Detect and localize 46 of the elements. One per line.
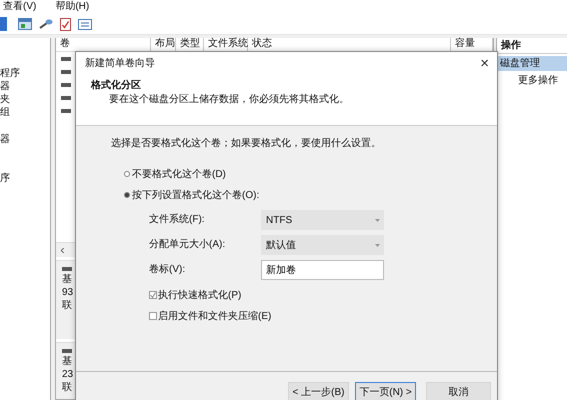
dialog-button[interactable]: 取消 — [426, 382, 491, 400]
radio-button[interactable] — [124, 171, 130, 177]
disk-text: 基 — [62, 355, 72, 368]
tree-item[interactable]: 器 — [0, 80, 50, 93]
scroll-left-icon[interactable] — [61, 248, 64, 252]
tree-item[interactable]: 器 — [0, 133, 50, 146]
disk-text: 联 — [62, 299, 72, 312]
checkbox[interactable] — [149, 312, 157, 320]
action-item[interactable]: 更多操作 — [497, 73, 567, 88]
header-title: 格式化分区 — [91, 79, 142, 93]
field-label: 分配单元大小(A): — [149, 238, 226, 252]
chevron-icon — [375, 218, 380, 222]
field-label: 文件系统(F): — [149, 212, 206, 227]
action-item[interactable]: 磁盘管理 — [497, 56, 567, 71]
tree-item[interactable]: 程序 — [0, 67, 50, 80]
disk-text: 基 — [62, 273, 72, 286]
menu-item[interactable]: 查看(V) — [3, 1, 36, 13]
dialog-button[interactable]: < 上一步(B) — [288, 382, 349, 400]
disk-text: 联 — [62, 381, 72, 394]
tree-item[interactable]: 组 — [0, 106, 50, 119]
dialog-title: 新建简单卷向导 — [85, 56, 155, 70]
dropdown[interactable]: NTFS — [261, 210, 384, 230]
dialog-button[interactable]: 下一页(N) > — [355, 382, 416, 400]
chevron-icon — [375, 244, 380, 246]
disk-text: 93 — [62, 286, 74, 299]
properties-icon[interactable] — [78, 18, 92, 30]
radio-button[interactable] — [124, 192, 130, 198]
dropdown[interactable]: 默认值 — [261, 235, 384, 255]
checkbox-label[interactable]: 执行快速格式化(P) — [158, 288, 242, 302]
header-subtitle: 要在这个磁盘分区上储存数据，你必须先将其格式化。 — [109, 93, 350, 107]
field-label: 卷标(V): — [149, 262, 186, 277]
radio-label[interactable]: 不要格式化这个卷(D) — [132, 167, 226, 181]
close-button[interactable]: × — [480, 54, 489, 72]
checklist-icon[interactable] — [60, 18, 71, 30]
check-icon — [150, 292, 156, 298]
window-icon[interactable] — [18, 18, 32, 30]
tree-item[interactable]: 序 — [0, 172, 50, 185]
actions-header: 操作 — [497, 38, 567, 54]
checkbox-label[interactable]: 启用文件和文件夹压缩(E) — [158, 309, 272, 323]
menu-item[interactable]: 帮助(H) — [55, 1, 90, 13]
disk-text: 23 — [62, 368, 74, 381]
prompt-text: 选择是否要格式化这个卷；如果要格式化，要使用什么设置。 — [111, 137, 382, 151]
radio-label[interactable]: 按下列设置格式化这个卷(O): — [132, 188, 260, 202]
tree-item[interactable]: 夹 — [0, 93, 50, 106]
text-field[interactable]: 新加卷 — [261, 260, 384, 280]
checkbox[interactable] — [149, 291, 157, 299]
